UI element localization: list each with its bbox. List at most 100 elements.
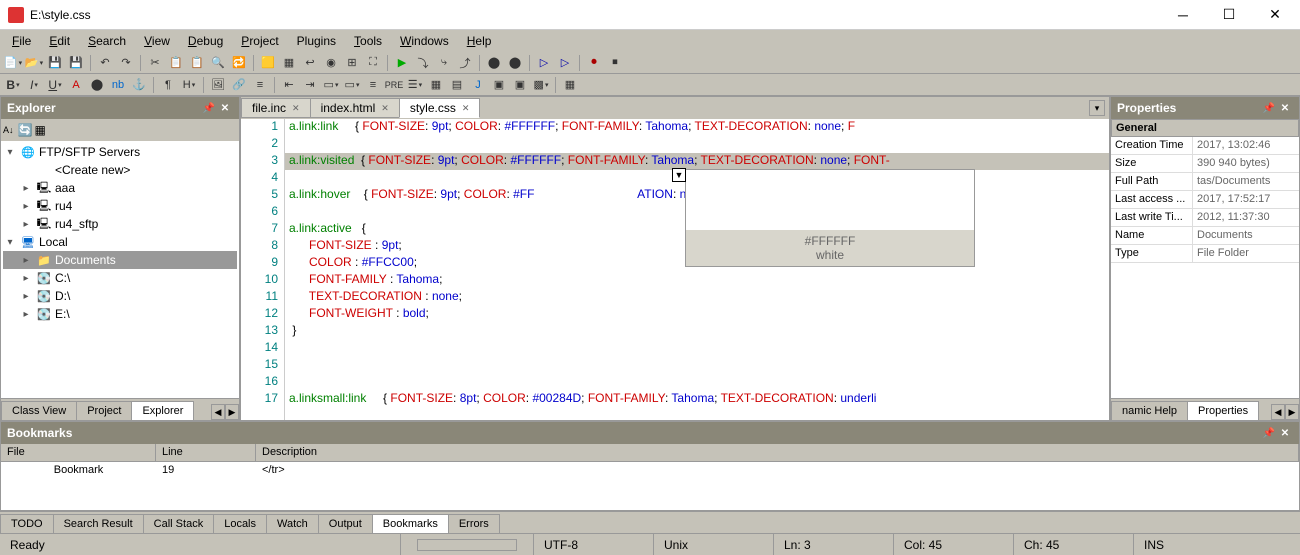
dropdown-icon[interactable]: ▼ [672,168,686,182]
tab-dropdown-button[interactable]: ▾ [1089,100,1105,116]
status-encoding[interactable]: UTF-8 [533,534,653,555]
editor-tab-file-inc[interactable]: file.inc✕ [241,98,311,118]
table-button[interactable]: ▦ [427,76,445,94]
play-button[interactable]: ▷ [535,54,553,72]
tree-drive-c[interactable]: ▸💽C:\ [3,269,237,287]
property-row[interactable]: TypeFile Folder [1111,245,1299,263]
tab-properties[interactable]: Properties [1187,401,1259,420]
menu-windows[interactable]: Windows [392,32,457,50]
property-row[interactable]: Full Pathtas/Documents [1111,173,1299,191]
comment-button[interactable]: ▣ [511,76,529,94]
nav-button[interactable]: ◉ [322,54,340,72]
tree-server-aaa[interactable]: ▸🖳aaa [3,179,237,197]
tab-watch[interactable]: Watch [266,514,319,533]
menu-view[interactable]: View [136,32,178,50]
indent-left-button[interactable]: ⇤ [280,76,298,94]
tab-call-stack[interactable]: Call Stack [143,514,215,533]
property-row[interactable]: Last write Ti...2012, 11:37:30 [1111,209,1299,227]
run-button[interactable]: ▶ [393,54,411,72]
indent-right-button[interactable]: ⇥ [301,76,319,94]
step-into-button[interactable]: ⤷ [435,54,453,72]
panel-button[interactable]: ▦ [280,54,298,72]
image-button[interactable]: 🖼 [209,76,227,94]
property-row[interactable]: NameDocuments [1111,227,1299,245]
step-out-button[interactable]: ⤴ [456,54,474,72]
open-file-button[interactable]: 📂 [25,54,43,72]
bookmarks-col-file[interactable]: File [1,444,156,461]
wrap-button[interactable]: ↩ [301,54,319,72]
tab-dynamic-help[interactable]: namic Help [1111,401,1188,420]
property-row[interactable]: Size390 940 bytes) [1111,155,1299,173]
menu-edit[interactable]: Edit [41,32,78,50]
copy-button[interactable]: 📋 [167,54,185,72]
tab-todo[interactable]: TODO [0,514,54,533]
pin-icon[interactable]: 📌 [1261,425,1277,441]
tab-search-result[interactable]: Search Result [53,514,144,533]
italic-button[interactable]: I [25,76,43,94]
tab-locals[interactable]: Locals [213,514,267,533]
property-row[interactable]: Last access ...2017, 17:52:17 [1111,191,1299,209]
hr-button[interactable]: ≡ [251,76,269,94]
tab-class-view[interactable]: Class View [1,401,77,420]
tree-drive-d[interactable]: ▸💽D:\ [3,287,237,305]
paste-button[interactable]: 📋 [188,54,206,72]
sort-button[interactable]: A↓ [3,125,14,135]
tab-output[interactable]: Output [318,514,373,533]
record-button[interactable]: ⏺ [585,54,603,72]
menu-file[interactable]: File [4,32,39,50]
cut-button[interactable]: ✂ [146,54,164,72]
nbsp-button[interactable]: nb [109,76,127,94]
maximize-button[interactable]: ☐ [1206,0,1252,30]
new-file-button[interactable]: 📄 [4,54,22,72]
status-insert[interactable]: INS [1133,534,1300,555]
underline-button[interactable]: U [46,76,64,94]
pin-icon[interactable]: 📌 [201,100,217,116]
highlight-color-button[interactable]: ⬤ [88,76,106,94]
filter-button[interactable]: ▦ [34,123,45,137]
tab-errors[interactable]: Errors [448,514,500,533]
tab-scroll-right[interactable]: ▶ [225,404,239,420]
menu-help[interactable]: Help [459,32,500,50]
property-row[interactable]: Creation Time2017, 13:02:46 [1111,137,1299,155]
tree-create-new[interactable]: <Create new> [3,161,237,179]
tree-documents[interactable]: ▸📁Documents [3,251,237,269]
pin-icon[interactable]: 📌 [1261,100,1277,116]
bookmark-row[interactable]: Bookmark 19 </tr> [1,462,1299,480]
paragraph-button[interactable]: ¶ [159,76,177,94]
link-button[interactable]: 🔗 [230,76,248,94]
editor-tab-style-css[interactable]: style.css✕ [399,98,481,118]
css-button[interactable]: ▣ [490,76,508,94]
bold-button[interactable]: B [4,76,22,94]
redo-button[interactable]: ↷ [117,54,135,72]
tree-drive-e[interactable]: ▸💽E:\ [3,305,237,323]
bookmarks-col-desc[interactable]: Description [256,444,1299,461]
panel-close-icon[interactable]: ✕ [217,100,233,116]
minimize-button[interactable]: ─ [1160,0,1206,30]
explorer-tree[interactable]: ▾🌐FTP/SFTP Servers <Create new> ▸🖳aaa ▸🖳… [1,141,239,398]
step-over-button[interactable]: ⤵ [414,54,432,72]
tree-local[interactable]: ▾🖥Local [3,233,237,251]
tree-ftp-servers[interactable]: ▾🌐FTP/SFTP Servers [3,143,237,161]
font-color-button[interactable]: A [67,76,85,94]
highlight-button[interactable]: 🟨 [259,54,277,72]
close-button[interactable]: ✕ [1252,0,1298,30]
fullscreen-button[interactable]: ⛶ [364,54,382,72]
pre-button[interactable]: PRE [385,76,403,94]
find-button[interactable]: 🔍 [209,54,227,72]
tree-server-ru4-sftp[interactable]: ▸🖳ru4_sftp [3,215,237,233]
grid-button[interactable]: ⊞ [343,54,361,72]
status-eol[interactable]: Unix [653,534,773,555]
breakpoint-button[interactable]: ⬤ [485,54,503,72]
close-icon[interactable]: ✕ [462,103,470,114]
center-button[interactable]: ≡ [364,76,382,94]
div-button[interactable]: ▭ [322,76,340,94]
editor-tab-index-html[interactable]: index.html✕ [310,98,400,118]
undo-button[interactable]: ↶ [96,54,114,72]
tree-server-ru4[interactable]: ▸🖳ru4 [3,197,237,215]
menu-debug[interactable]: Debug [180,32,231,50]
menu-plugins[interactable]: Plugins [289,32,344,50]
span-button[interactable]: ▭ [343,76,361,94]
bookmarks-col-line[interactable]: Line [156,444,256,461]
close-icon[interactable]: ✕ [292,103,300,114]
fast-button[interactable]: ▷ [556,54,574,72]
